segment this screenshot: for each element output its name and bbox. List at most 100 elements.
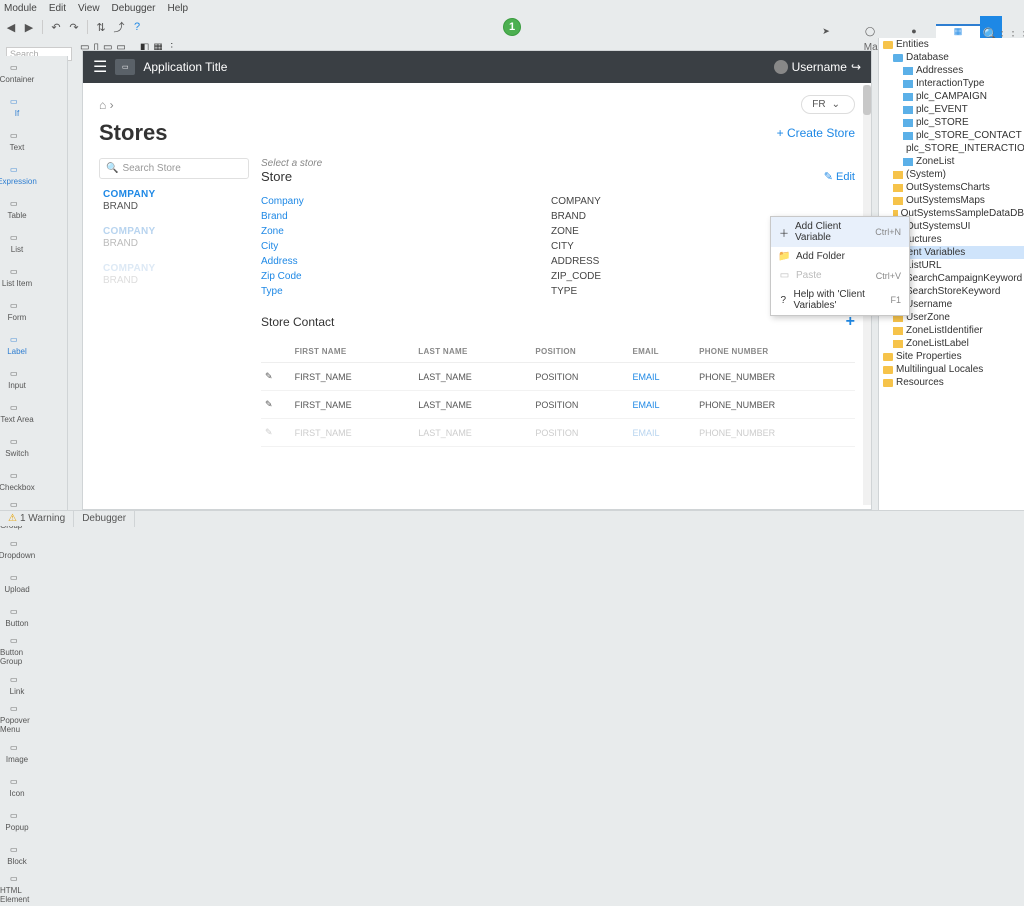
- tree-node[interactable]: InteractionType: [879, 77, 1024, 90]
- tool-popover-menu[interactable]: ▭Popover Menu: [0, 702, 34, 736]
- email-link[interactable]: EMAIL: [628, 363, 695, 391]
- tool-icon: ▭: [10, 675, 24, 685]
- tree-node[interactable]: plc_CAMPAIGN: [879, 90, 1024, 103]
- company-item[interactable]: COMPANYBRAND: [99, 253, 249, 290]
- edit-store-button[interactable]: ✎ Edit: [824, 170, 855, 183]
- logout-icon[interactable]: ↪: [851, 60, 861, 74]
- tool-container[interactable]: ▭Container: [0, 56, 34, 90]
- tool-upload[interactable]: ▭Upload: [0, 566, 34, 600]
- tree-node[interactable]: plc_STORE_INTERACTION: [879, 142, 1024, 155]
- field-row: CompanyCOMPANY: [261, 194, 855, 209]
- app-logo: ▭: [115, 59, 135, 75]
- tool-list-item[interactable]: ▭List Item: [0, 260, 34, 294]
- hamburger-icon[interactable]: ☰: [93, 57, 107, 77]
- publish-icon[interactable]: ⇅: [94, 20, 108, 34]
- back-icon[interactable]: ◀: [4, 20, 18, 34]
- tree-node[interactable]: Entities: [879, 38, 1024, 51]
- edit-row-icon[interactable]: ✎: [261, 419, 291, 447]
- table-row[interactable]: ✎FIRST_NAMELAST_NAMEPOSITIONEMAILPHONE_N…: [261, 391, 855, 419]
- tool-if[interactable]: ▭If: [0, 90, 34, 124]
- ctx-item[interactable]: ?Help with 'Client Variables'F1: [771, 285, 909, 315]
- tree-node[interactable]: OutSystemsCharts: [879, 181, 1024, 194]
- tree-icon: [903, 93, 913, 101]
- tool-table[interactable]: ▭Table: [0, 192, 34, 226]
- tool-popup[interactable]: ▭Popup: [0, 804, 34, 838]
- tool-label[interactable]: ▭Label: [0, 328, 34, 362]
- email-link[interactable]: EMAIL: [628, 419, 695, 447]
- menu-debugger[interactable]: Debugger: [112, 3, 156, 14]
- tree-node[interactable]: Database: [879, 51, 1024, 64]
- field-row: BrandBRAND: [261, 209, 855, 224]
- tool-switch[interactable]: ▭Switch: [0, 430, 34, 464]
- redo-icon[interactable]: ↷: [67, 20, 81, 34]
- edit-row-icon[interactable]: ✎: [261, 363, 291, 391]
- tree-node[interactable]: Resources: [879, 376, 1024, 389]
- language-dropdown[interactable]: FR⌄: [801, 95, 855, 114]
- menu-module[interactable]: Module: [4, 3, 37, 14]
- tool-icon: ▭: [10, 233, 24, 243]
- menu-help[interactable]: Help: [167, 3, 188, 14]
- tool-icon[interactable]: ▭Icon: [0, 770, 34, 804]
- field-value: ZONE: [551, 226, 579, 237]
- tool-image[interactable]: ▭Image: [0, 736, 34, 770]
- home-icon[interactable]: ⌂ ›: [99, 98, 114, 112]
- tree-node[interactable]: Addresses: [879, 64, 1024, 77]
- menu-edit[interactable]: Edit: [49, 3, 66, 14]
- field-label: Zone: [261, 226, 551, 237]
- scrollbar-thumb[interactable]: [863, 85, 871, 115]
- ctx-item[interactable]: 📁Add Folder: [771, 247, 909, 266]
- help-icon[interactable]: ?: [130, 20, 144, 34]
- tree-icon: [903, 80, 913, 88]
- tree-node[interactable]: OutSystemsMaps: [879, 194, 1024, 207]
- tool-input[interactable]: ▭Input: [0, 362, 34, 396]
- tree-node[interactable]: plc_STORE_CONTACT: [879, 129, 1024, 142]
- tree-icon: [883, 353, 893, 361]
- field-label: Address: [261, 256, 551, 267]
- chevron-down-icon: ⌄: [832, 99, 840, 110]
- email-link[interactable]: EMAIL: [628, 391, 695, 419]
- tool-icon: ▭: [10, 131, 24, 141]
- user-menu[interactable]: Username ↪: [774, 60, 861, 74]
- table-row[interactable]: ✎FIRST_NAMELAST_NAMEPOSITIONEMAILPHONE_N…: [261, 419, 855, 447]
- undo-icon[interactable]: ↶: [49, 20, 63, 34]
- create-store-button[interactable]: + Create Store: [777, 126, 855, 140]
- field-row: Zip CodeZIP_CODE: [261, 269, 855, 284]
- tool-block[interactable]: ▭Block: [0, 838, 34, 872]
- tool-icon: ▭: [10, 704, 24, 714]
- tree-node[interactable]: Site Properties: [879, 350, 1024, 363]
- tool-dropdown[interactable]: ▭Dropdown: [0, 532, 34, 566]
- company-item[interactable]: COMPANYBRAND: [99, 179, 249, 216]
- tool-button-group[interactable]: ▭Button Group: [0, 634, 34, 668]
- tree-node[interactable]: ZoneListIdentifier: [879, 324, 1024, 337]
- tool-icon: ▭: [10, 636, 24, 646]
- tool-list[interactable]: ▭List: [0, 226, 34, 260]
- tree-icon: [903, 106, 913, 114]
- tree-icon: [893, 171, 903, 179]
- tree-icon: [903, 67, 913, 75]
- tool-form[interactable]: ▭Form: [0, 294, 34, 328]
- tool-icon: ▭: [10, 777, 24, 787]
- tool-html-element[interactable]: ▭HTML Element: [0, 872, 34, 906]
- company-item[interactable]: COMPANYBRAND: [99, 216, 249, 253]
- tool-button[interactable]: ▭Button: [0, 600, 34, 634]
- fwd-icon[interactable]: ▶: [22, 20, 36, 34]
- ctx-item[interactable]: ＋Add Client VariableCtrl+N: [771, 217, 909, 247]
- tree-node[interactable]: plc_EVENT: [879, 103, 1024, 116]
- tree-node[interactable]: ZoneList: [879, 155, 1024, 168]
- tree-node[interactable]: plc_STORE: [879, 116, 1024, 129]
- tree-node[interactable]: ZoneListLabel: [879, 337, 1024, 350]
- edit-row-icon[interactable]: ✎: [261, 391, 291, 419]
- tool-text-area[interactable]: ▭Text Area: [0, 396, 34, 430]
- debugger-tab[interactable]: Debugger: [74, 511, 135, 527]
- tool-text[interactable]: ▭Text: [0, 124, 34, 158]
- open-browser-icon[interactable]: ⤴: [112, 20, 126, 34]
- tree-node[interactable]: (System): [879, 168, 1024, 181]
- tool-checkbox[interactable]: ▭Checkbox: [0, 464, 34, 498]
- tool-link[interactable]: ▭Link: [0, 668, 34, 702]
- search-store-input[interactable]: 🔍 Search Store: [99, 158, 249, 179]
- warnings-tab[interactable]: ⚠1 Warning: [0, 511, 74, 527]
- tool-expression[interactable]: ▭Expression: [0, 158, 34, 192]
- menu-view[interactable]: View: [78, 3, 100, 14]
- tree-node[interactable]: Multilingual Locales: [879, 363, 1024, 376]
- table-row[interactable]: ✎FIRST_NAMELAST_NAMEPOSITIONEMAILPHONE_N…: [261, 363, 855, 391]
